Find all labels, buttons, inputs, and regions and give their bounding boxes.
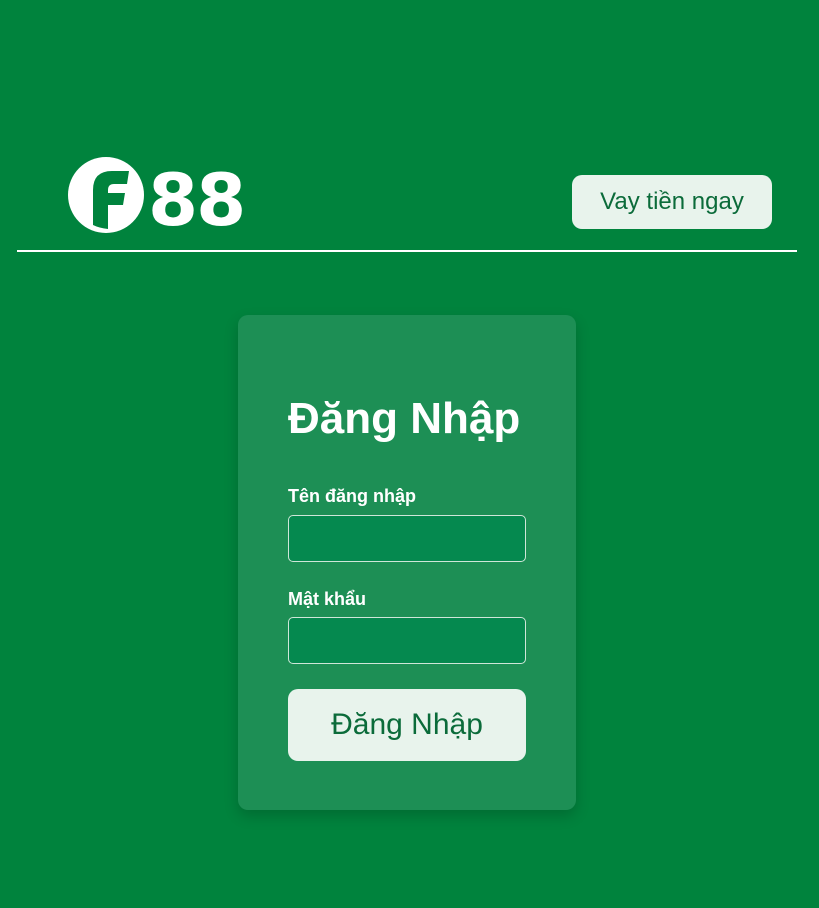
username-label: Tên đăng nhập [288,486,416,506]
login-card: Đăng Nhập Tên đăng nhập Mật khẩu Đăng Nh… [238,315,576,810]
f88-logo-mark: 88 [68,157,246,235]
login-title: Đăng Nhập [288,394,521,443]
login-submit-button[interactable]: Đăng Nhập [288,689,526,761]
password-label: Mật khẩu [288,589,367,609]
header-divider [17,250,797,252]
password-input[interactable] [288,617,526,664]
header: 88 Vay tiền ngay [0,0,819,252]
svg-text:88: 88 [148,158,244,235]
borrow-now-button[interactable]: Vay tiền ngay [572,175,772,229]
username-input[interactable] [288,515,526,562]
f88-logo[interactable]: 88 [67,157,257,235]
